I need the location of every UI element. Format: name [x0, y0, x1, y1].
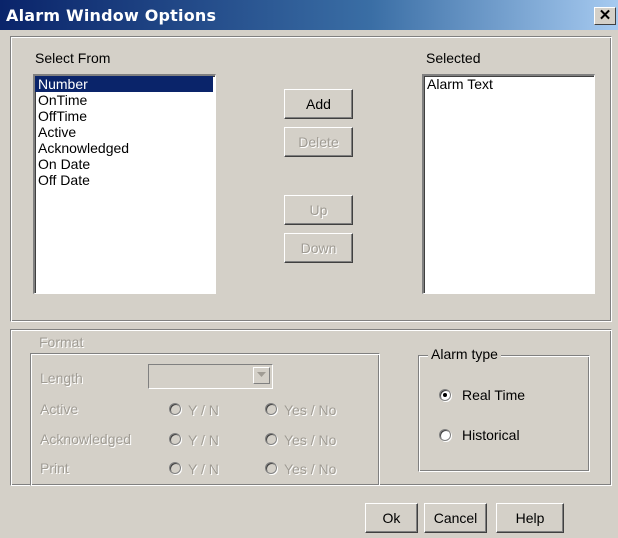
list-item[interactable]: Acknowledged [35, 140, 215, 156]
print-yesno-radio[interactable] [265, 462, 277, 474]
active-yesno-label: Yes / No [284, 402, 337, 418]
select-from-listbox[interactable]: Number OnTime OffTime Active Acknowledge… [33, 74, 216, 294]
acknowledged-yn-radio[interactable] [169, 433, 181, 445]
active-label: Active [40, 401, 79, 417]
acknowledged-yesno-label: Yes / No [284, 432, 337, 448]
cancel-button[interactable]: Cancel [424, 503, 487, 533]
selected-label: Selected [426, 50, 481, 66]
active-yn-radio[interactable] [169, 403, 181, 415]
select-from-label: Select From [35, 50, 111, 66]
real-time-radio[interactable] [439, 389, 451, 401]
print-yn-label: Y / N [188, 461, 219, 477]
historical-label: Historical [462, 427, 520, 443]
selected-listbox[interactable]: Alarm Text [422, 74, 595, 294]
list-item[interactable]: Alarm Text [424, 76, 594, 92]
down-button[interactable]: Down [284, 233, 353, 263]
active-yn-label: Y / N [188, 402, 219, 418]
format-label: Format [37, 334, 86, 350]
close-button[interactable]: ✕ [594, 7, 616, 25]
acknowledged-yesno-radio[interactable] [265, 433, 277, 445]
list-item[interactable]: OnTime [35, 92, 215, 108]
active-yesno-radio[interactable] [265, 403, 277, 415]
alarm-type-group [418, 355, 590, 472]
ok-button[interactable]: Ok [365, 503, 418, 533]
acknowledged-label: Acknowledged [40, 431, 132, 447]
print-label: Print [40, 460, 69, 476]
alarm-type-label: Alarm type [428, 346, 501, 362]
list-item[interactable]: On Date [35, 156, 215, 172]
length-label: Length [40, 370, 83, 386]
acknowledged-yn-label: Y / N [188, 432, 219, 448]
delete-button[interactable]: Delete [284, 127, 353, 157]
help-button[interactable]: Help [496, 503, 564, 533]
up-button[interactable]: Up [284, 195, 353, 225]
real-time-label: Real Time [462, 387, 526, 403]
print-yesno-label: Yes / No [284, 461, 337, 477]
list-item[interactable]: Active [35, 124, 215, 140]
list-item[interactable]: OffTime [35, 108, 215, 124]
add-button[interactable]: Add [284, 89, 353, 119]
close-icon: ✕ [598, 7, 612, 24]
list-item[interactable]: Number [35, 76, 213, 92]
list-item[interactable]: Off Date [35, 172, 215, 188]
window-title: Alarm Window Options [6, 6, 217, 25]
print-yn-radio[interactable] [169, 462, 181, 474]
length-combobox[interactable] [148, 364, 273, 389]
historical-radio[interactable] [439, 429, 451, 441]
chevron-down-icon[interactable] [253, 367, 270, 384]
